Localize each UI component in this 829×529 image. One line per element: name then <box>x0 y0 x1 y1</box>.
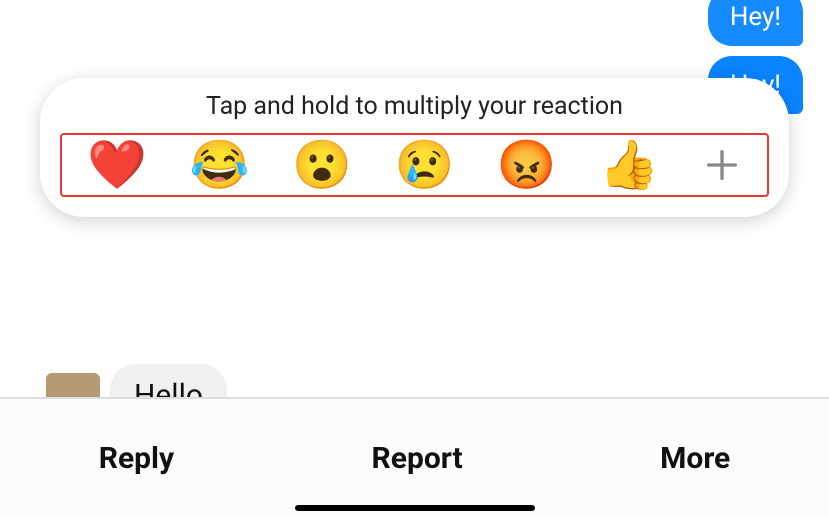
reaction-wow[interactable]: 😮 <box>292 141 352 189</box>
sent-message-bubble[interactable]: Hey! <box>708 0 803 46</box>
reaction-angry[interactable]: 😡 <box>497 141 557 189</box>
reaction-picker: Tap and hold to multiply your reaction ❤… <box>40 78 789 217</box>
plus-icon <box>702 145 742 185</box>
reaction-sad[interactable]: 😢 <box>394 141 454 189</box>
action-bar: Reply Report More <box>0 397 829 517</box>
sent-message-row: Hey! <box>16 0 803 46</box>
more-button[interactable]: More <box>660 441 730 476</box>
home-indicator <box>295 505 535 511</box>
reaction-laugh[interactable]: 😂 <box>190 141 250 189</box>
reaction-row: ❤️ 😂 😮 😢 😡 👍 <box>60 133 769 197</box>
reaction-thumbsup[interactable]: 👍 <box>599 141 659 189</box>
reaction-picker-title: Tap and hold to multiply your reaction <box>60 92 769 121</box>
reaction-heart[interactable]: ❤️ <box>87 141 147 189</box>
add-reaction-button[interactable] <box>702 145 742 185</box>
reply-button[interactable]: Reply <box>99 441 174 476</box>
report-button[interactable]: Report <box>372 441 463 476</box>
